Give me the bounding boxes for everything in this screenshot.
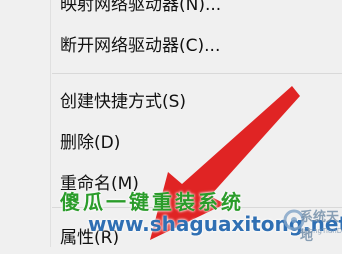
logo-text: 系统天地 xyxy=(300,210,340,244)
menu-separator xyxy=(52,73,342,74)
menu-item-create-shortcut[interactable]: 创建快捷方式(S) xyxy=(50,86,342,118)
logo-subtext: XiTongTianDi.net xyxy=(299,227,342,235)
menu-item-delete[interactable]: 删除(D) xyxy=(50,127,342,159)
watermark-brand: 傻瓜一键重装系统 xyxy=(60,190,244,214)
menu-item-disconnect-network-drive[interactable]: 断开网络驱动器(C)... xyxy=(50,30,342,62)
menu-item-map-network-drive[interactable]: 映射网络驱动器(N)... xyxy=(50,0,342,21)
